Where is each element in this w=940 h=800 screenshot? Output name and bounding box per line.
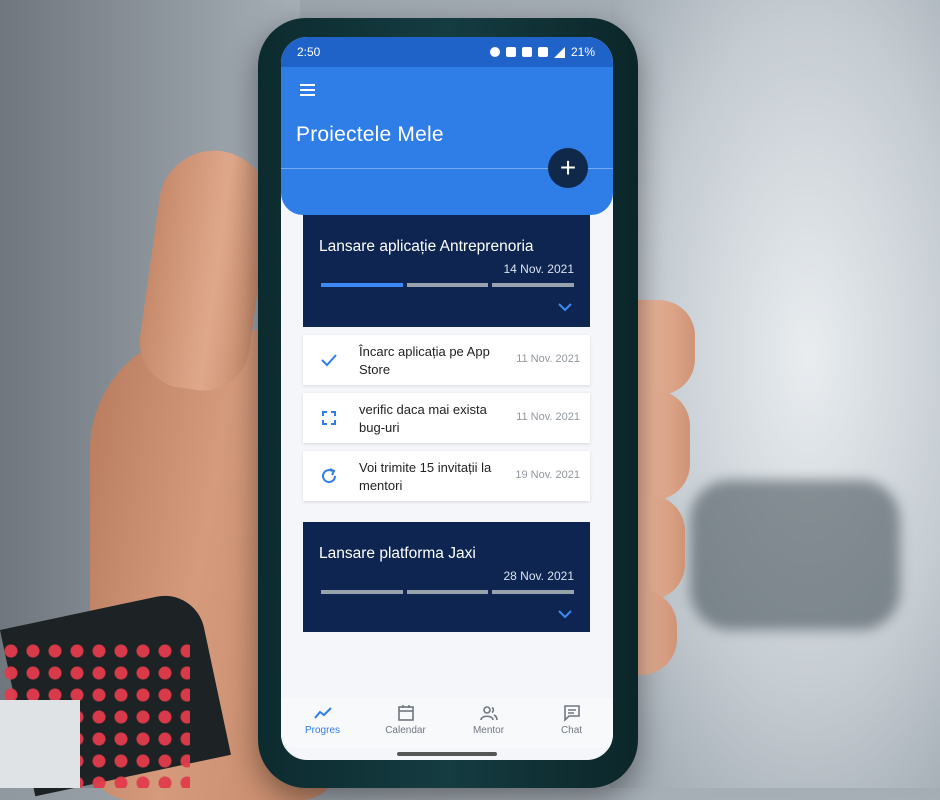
progress-segment bbox=[492, 590, 575, 594]
nav-label: Calendar bbox=[385, 725, 426, 736]
page-title: Proiectele Mele bbox=[296, 123, 444, 146]
chevron-down-icon[interactable] bbox=[558, 609, 572, 619]
status-bar: 2:50 21% bbox=[281, 37, 613, 67]
focus-frame-icon bbox=[322, 411, 336, 425]
nav-tab-mentor[interactable]: Mentor bbox=[454, 704, 524, 736]
progress-segment bbox=[406, 590, 489, 594]
wifi-icon bbox=[537, 47, 548, 57]
home-indicator bbox=[397, 752, 497, 756]
app-header: Proiectele Mele + bbox=[281, 67, 613, 215]
progress-segment bbox=[321, 283, 403, 287]
background-blurred-object bbox=[690, 480, 900, 630]
signal-icon bbox=[553, 46, 565, 58]
calendar-icon bbox=[397, 705, 414, 721]
alarm-icon bbox=[489, 47, 500, 57]
project-date: 14 Nov. 2021 bbox=[503, 262, 575, 276]
status-time: 2:50 bbox=[297, 45, 321, 59]
project-progress bbox=[321, 283, 575, 287]
task-date: 11 Nov. 2021 bbox=[516, 411, 580, 423]
project-title: Lansare aplicație Antreprenoria bbox=[319, 238, 534, 255]
project-progress bbox=[321, 590, 575, 594]
task-text: verific daca mai exista bug-uri bbox=[359, 402, 487, 435]
phone-screen: 2:50 21% Proiectele Mele + Lansare aplic… bbox=[281, 37, 613, 760]
nav-tab-calendar[interactable]: Calendar bbox=[371, 704, 441, 736]
nfc-icon bbox=[521, 47, 532, 57]
task-item[interactable]: Încarc aplicația pe App Store 11 Nov. 20… bbox=[303, 335, 590, 385]
nav-label: Progres bbox=[304, 725, 340, 736]
plus-icon: + bbox=[559, 152, 577, 183]
project-card[interactable]: Lansare platforma Jaxi 28 Nov. 2021 bbox=[303, 522, 590, 632]
chat-icon bbox=[563, 705, 580, 722]
task-item[interactable]: verific daca mai exista bug-uri 11 Nov. … bbox=[303, 393, 590, 443]
refresh-icon bbox=[322, 468, 337, 484]
people-icon bbox=[479, 706, 498, 721]
sleeve bbox=[0, 700, 80, 788]
battery-level: 21% bbox=[570, 45, 595, 59]
chevron-down-icon[interactable] bbox=[558, 302, 572, 312]
project-title: Lansare platforma Jaxi bbox=[319, 545, 476, 562]
progress-segment bbox=[406, 283, 489, 287]
nav-label: Mentor bbox=[472, 725, 505, 736]
menu-icon[interactable] bbox=[300, 84, 315, 96]
task-text: Încarc aplicația pe App Store bbox=[359, 344, 490, 377]
task-date: 19 Nov. 2021 bbox=[515, 469, 580, 481]
check-icon bbox=[321, 354, 337, 367]
nav-tab-progres[interactable]: Progres bbox=[288, 704, 358, 736]
task-text: Voi trimite 15 invitații la mentori bbox=[359, 460, 492, 493]
add-project-button[interactable]: + bbox=[548, 148, 588, 188]
task-item[interactable]: Voi trimite 15 invitații la mentori 19 N… bbox=[303, 451, 590, 501]
vibrate-icon bbox=[505, 47, 516, 57]
trend-icon bbox=[313, 707, 332, 719]
progress-segment bbox=[492, 283, 575, 287]
status-icons: 21% bbox=[489, 45, 595, 59]
project-date: 28 Nov. 2021 bbox=[503, 569, 575, 583]
progress-segment bbox=[321, 590, 403, 594]
project-card[interactable]: Lansare aplicație Antreprenoria 14 Nov. … bbox=[303, 215, 590, 327]
nav-tab-chat[interactable]: Chat bbox=[537, 704, 607, 736]
task-date: 11 Nov. 2021 bbox=[516, 353, 580, 365]
nav-label: Chat bbox=[560, 725, 583, 736]
bottom-navigation: Progres Calendar Mentor Chat bbox=[281, 698, 613, 748]
